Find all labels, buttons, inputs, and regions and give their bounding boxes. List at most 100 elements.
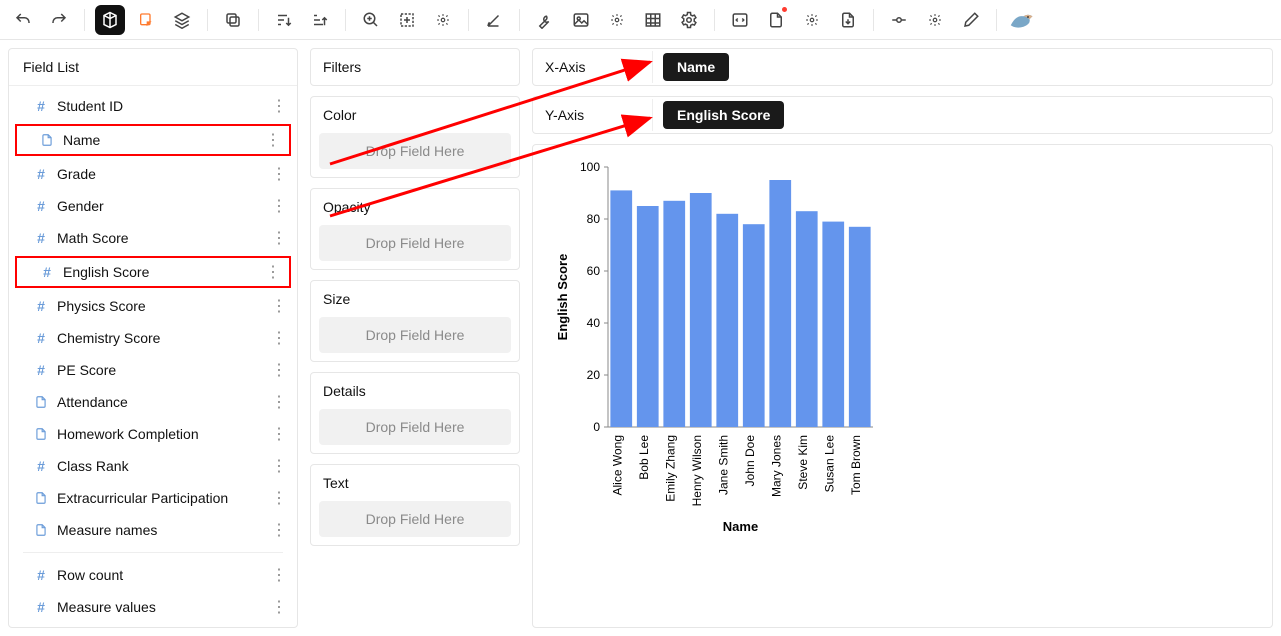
hash-icon: # bbox=[33, 330, 49, 346]
kebab-icon[interactable]: ⋮ bbox=[271, 565, 287, 585]
x-axis-pill[interactable]: Name bbox=[663, 53, 729, 81]
chart-area: X-Axis Name Y-Axis English Score 0 20 40 60… bbox=[532, 48, 1273, 628]
image-button[interactable] bbox=[566, 5, 596, 35]
hash-icon: # bbox=[33, 230, 49, 246]
sort-asc-button[interactable] bbox=[305, 5, 335, 35]
field-item[interactable]: #Grade⋮ bbox=[9, 158, 297, 190]
size-dropzone[interactable]: Drop Field Here bbox=[319, 317, 511, 353]
kebab-icon[interactable]: ⋮ bbox=[271, 360, 287, 380]
brush-button[interactable] bbox=[956, 5, 986, 35]
svg-text:60: 60 bbox=[587, 264, 601, 278]
field-label: Math Score bbox=[57, 230, 271, 246]
details-shelf[interactable]: Details Drop Field Here bbox=[310, 372, 520, 454]
kebab-icon[interactable]: ⋮ bbox=[271, 424, 287, 444]
gear-small4-button[interactable] bbox=[920, 5, 950, 35]
svg-text:20: 20 bbox=[587, 368, 601, 382]
kebab-icon[interactable]: ⋮ bbox=[271, 488, 287, 508]
field-list-title: Field List bbox=[9, 49, 297, 86]
svg-text:English Score: English Score bbox=[555, 254, 570, 341]
gear-small-button[interactable] bbox=[428, 5, 458, 35]
code-button[interactable] bbox=[725, 5, 755, 35]
document-dot-button[interactable] bbox=[761, 5, 791, 35]
commit-button[interactable] bbox=[884, 5, 914, 35]
sort-desc-button[interactable] bbox=[269, 5, 299, 35]
field-item[interactable]: Homework Completion⋮ bbox=[9, 418, 297, 450]
field-label: Attendance bbox=[57, 394, 271, 410]
gear-small3-button[interactable] bbox=[797, 5, 827, 35]
kebab-icon[interactable]: ⋮ bbox=[271, 196, 287, 216]
kebab-icon[interactable]: ⋮ bbox=[271, 164, 287, 184]
note-button[interactable] bbox=[131, 5, 161, 35]
field-item[interactable]: Extracurricular Participation⋮ bbox=[9, 482, 297, 514]
hash-icon: # bbox=[39, 264, 55, 280]
svg-text:Jane Smith: Jane Smith bbox=[716, 435, 730, 495]
copy-button[interactable] bbox=[218, 5, 248, 35]
opacity-dropzone[interactable]: Drop Field Here bbox=[319, 225, 511, 261]
details-dropzone[interactable]: Drop Field Here bbox=[319, 409, 511, 445]
field-item[interactable]: Measure names⋮ bbox=[9, 514, 297, 546]
svg-text:0: 0 bbox=[593, 420, 600, 434]
field-item[interactable]: #Gender⋮ bbox=[9, 190, 297, 222]
color-dropzone[interactable]: Drop Field Here bbox=[319, 133, 511, 169]
svg-text:Henry Wilson: Henry Wilson bbox=[690, 435, 704, 506]
download-doc-button[interactable] bbox=[833, 5, 863, 35]
field-item[interactable]: # Math Score⋮ bbox=[9, 222, 297, 254]
zoom-in-button[interactable] bbox=[356, 5, 386, 35]
kebab-icon[interactable]: ⋮ bbox=[271, 96, 287, 116]
field-item[interactable]: #PE Score⋮ bbox=[9, 354, 297, 386]
redo-button[interactable] bbox=[44, 5, 74, 35]
field-item[interactable]: #English Score⋮ bbox=[15, 256, 291, 288]
bar-chart: 020406080100Alice WongBob LeeEmily Zhang… bbox=[553, 157, 883, 537]
color-shelf[interactable]: Color Drop Field Here bbox=[310, 96, 520, 178]
kebab-icon[interactable]: ⋮ bbox=[271, 520, 287, 540]
svg-text:Name: Name bbox=[723, 519, 758, 534]
y-axis-shelf[interactable]: Y-Axis English Score bbox=[532, 96, 1273, 134]
kebab-icon[interactable]: ⋮ bbox=[271, 597, 287, 617]
field-item[interactable]: #Chemistry Score⋮ bbox=[9, 322, 297, 354]
svg-text:40: 40 bbox=[587, 316, 601, 330]
table-button[interactable] bbox=[638, 5, 668, 35]
kebab-icon[interactable]: ⋮ bbox=[271, 228, 287, 248]
page-icon bbox=[33, 394, 49, 410]
field-label: Extracurricular Participation bbox=[57, 490, 271, 506]
hash-icon: # bbox=[33, 298, 49, 314]
text-shelf[interactable]: Text Drop Field Here bbox=[310, 464, 520, 546]
kebab-icon[interactable]: ⋮ bbox=[271, 296, 287, 316]
x-axis-shelf[interactable]: X-Axis Name bbox=[532, 48, 1273, 86]
kebab-icon[interactable]: ⋮ bbox=[271, 392, 287, 412]
kebab-icon[interactable]: ⋮ bbox=[265, 262, 281, 282]
resize-button[interactable] bbox=[392, 5, 422, 35]
hash-icon: # bbox=[33, 458, 49, 474]
page-icon bbox=[33, 490, 49, 506]
field-item[interactable]: Name⋮ bbox=[15, 124, 291, 156]
kebab-icon[interactable]: ⋮ bbox=[271, 328, 287, 348]
field-label: Physics Score bbox=[57, 298, 271, 314]
svg-text:Alice Wong: Alice Wong bbox=[610, 435, 624, 495]
field-item[interactable]: #Row count⋮ bbox=[9, 559, 297, 591]
kebab-icon[interactable]: ⋮ bbox=[265, 130, 281, 150]
svg-text:100: 100 bbox=[580, 160, 600, 174]
angle-button[interactable] bbox=[479, 5, 509, 35]
undo-button[interactable] bbox=[8, 5, 38, 35]
svg-text:Susan Lee: Susan Lee bbox=[822, 435, 836, 493]
y-axis-pill[interactable]: English Score bbox=[663, 101, 784, 129]
kebab-icon[interactable]: ⋮ bbox=[271, 456, 287, 476]
wrench-button[interactable] bbox=[530, 5, 560, 35]
gear-small2-button[interactable] bbox=[602, 5, 632, 35]
cube-button[interactable] bbox=[95, 5, 125, 35]
layers-button[interactable] bbox=[167, 5, 197, 35]
svg-text:Tom Brown: Tom Brown bbox=[849, 435, 863, 495]
hash-icon: # bbox=[33, 567, 49, 583]
size-shelf[interactable]: Size Drop Field Here bbox=[310, 280, 520, 362]
page-icon bbox=[39, 132, 55, 148]
field-item[interactable]: Attendance⋮ bbox=[9, 386, 297, 418]
text-dropzone[interactable]: Drop Field Here bbox=[319, 501, 511, 537]
opacity-shelf[interactable]: Opacity Drop Field Here bbox=[310, 188, 520, 270]
filters-shelf[interactable]: Filters bbox=[310, 48, 520, 86]
field-item[interactable]: #Measure values⋮ bbox=[9, 591, 297, 623]
field-label: Student ID bbox=[57, 98, 271, 114]
field-item[interactable]: #Class Rank⋮ bbox=[9, 450, 297, 482]
field-item[interactable]: #Student ID⋮ bbox=[9, 90, 297, 122]
field-item[interactable]: # Physics Score⋮ bbox=[9, 290, 297, 322]
settings-button[interactable] bbox=[674, 5, 704, 35]
